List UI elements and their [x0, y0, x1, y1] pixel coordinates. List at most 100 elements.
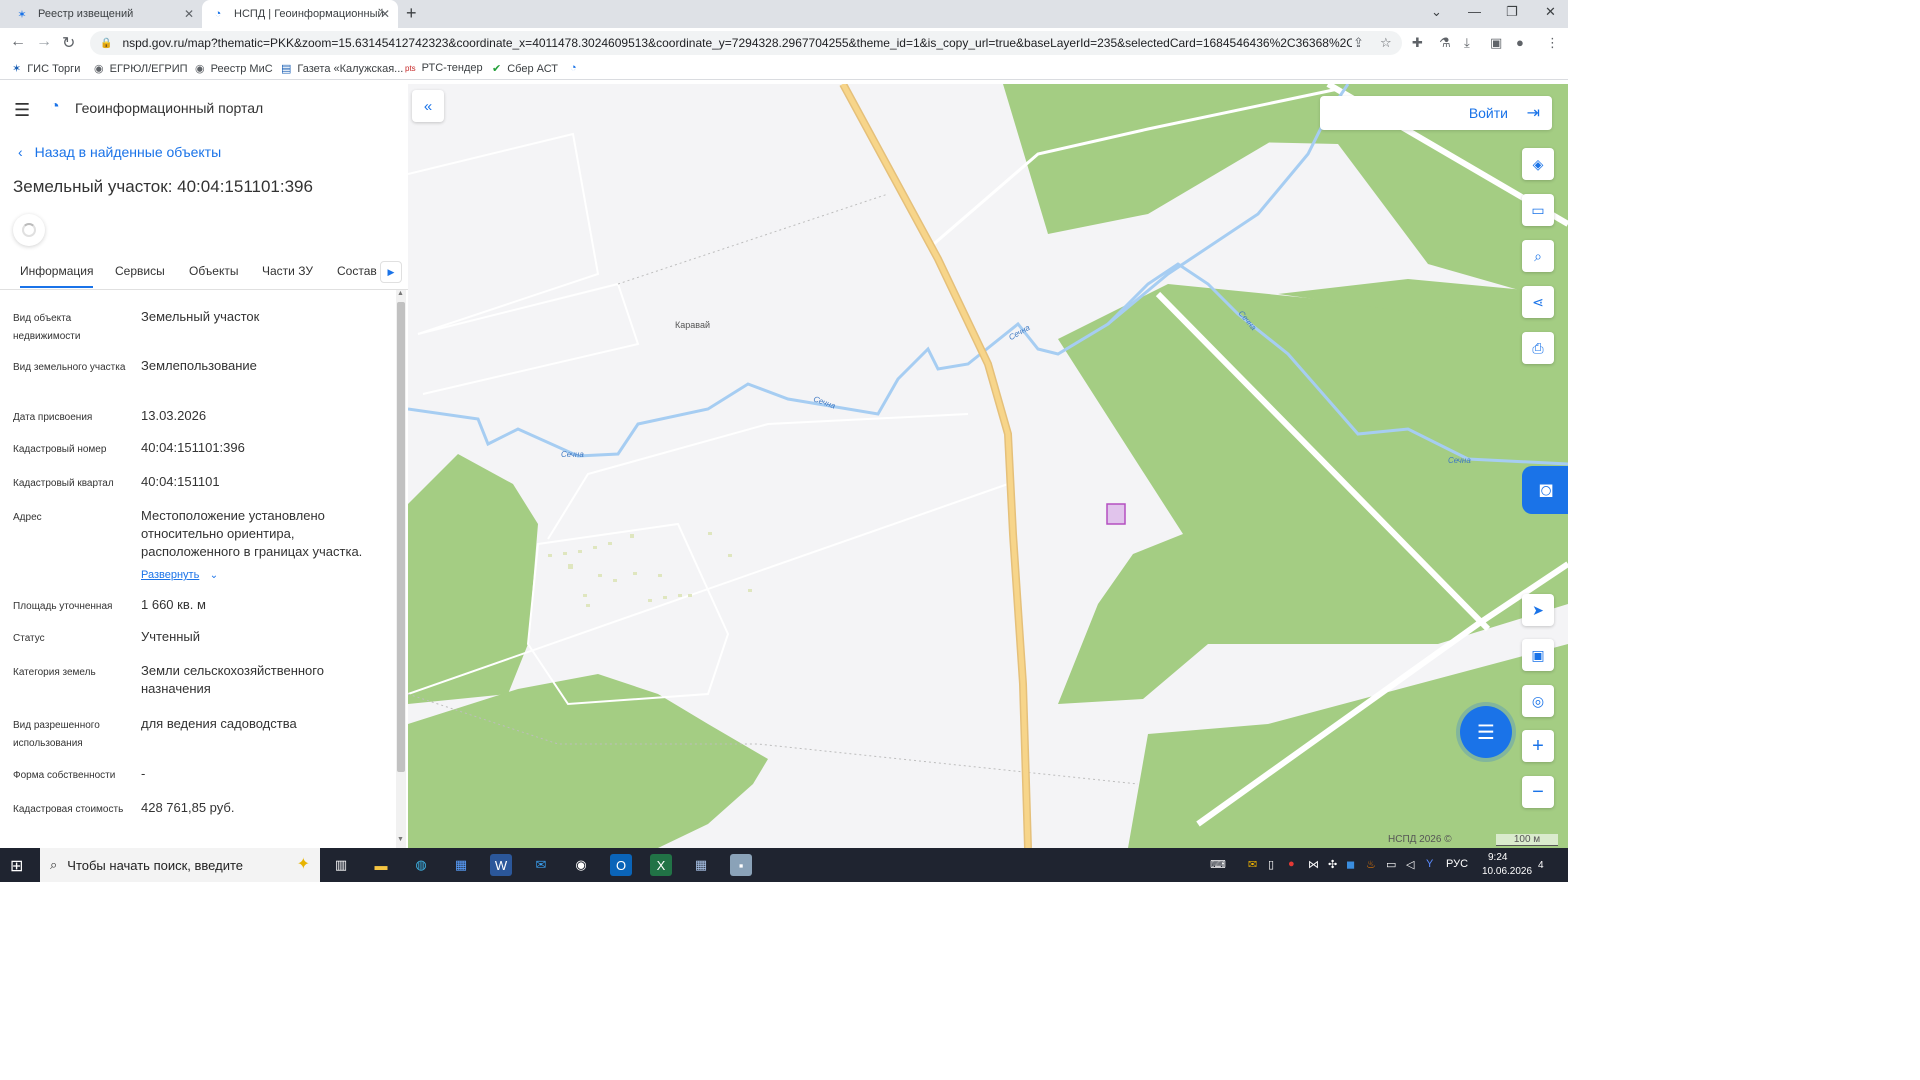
- measure-button[interactable]: ▭: [1522, 194, 1554, 226]
- download-icon[interactable]: ⤓: [1464, 35, 1470, 51]
- tab-composition[interactable]: Состав: [337, 264, 377, 278]
- bookmark-newspaper[interactable]: ▤ Газета «Калужская...: [281, 62, 403, 76]
- panel-scrollbar[interactable]: ▲ ▼: [396, 290, 406, 848]
- monitor-icon[interactable]: ▭: [1386, 858, 1396, 871]
- tab-search-icon[interactable]: ⌄: [1431, 4, 1442, 20]
- property-value[interactable]: 40:04:151101: [141, 473, 391, 491]
- flame-icon[interactable]: ♨: [1366, 858, 1376, 871]
- bookmark-sber[interactable]: ✔ Сбер АСТ: [492, 62, 558, 76]
- portal-logo-icon[interactable]: ◔: [50, 98, 60, 116]
- tab-information[interactable]: Информация: [20, 264, 94, 288]
- portal-title[interactable]: Геоинформационный портал: [75, 100, 263, 116]
- language-indicator[interactable]: РУС: [1446, 858, 1468, 870]
- newspaper-icon: ▤: [281, 63, 292, 75]
- back-to-results-link[interactable]: ‹ Назад в найденные объекты: [18, 144, 221, 160]
- lab-icon[interactable]: ⚗: [1439, 35, 1451, 51]
- login-button[interactable]: Войти ⇥: [1320, 96, 1552, 130]
- network-icon[interactable]: ⋈: [1308, 858, 1319, 871]
- window-close-icon[interactable]: ✕: [1545, 4, 1556, 20]
- tab-objects[interactable]: Объекты: [189, 264, 239, 278]
- share-button[interactable]: ⋖: [1522, 286, 1554, 318]
- taskbar-search[interactable]: ⌕ Чтобы начать поиск, введите ✦: [40, 848, 320, 882]
- task-view-icon[interactable]: ▥: [330, 854, 352, 876]
- yandex-icon[interactable]: Y: [1426, 858, 1433, 870]
- new-tab-button[interactable]: +: [406, 3, 417, 24]
- store-icon[interactable]: ▦: [450, 854, 472, 876]
- geolocate-button[interactable]: ➤: [1522, 594, 1554, 626]
- tab-services[interactable]: Сервисы: [115, 264, 165, 278]
- nspd-logo-icon: ◔: [214, 8, 222, 20]
- lock-icon[interactable]: 🔒: [100, 38, 112, 49]
- clock-date[interactable]: 10.06.2026: [1482, 866, 1532, 877]
- sync-icon[interactable]: ✣: [1328, 858, 1337, 871]
- assistant-button[interactable]: ◙: [1522, 466, 1568, 514]
- usb-icon[interactable]: ▯: [1268, 858, 1274, 871]
- address-bar[interactable]: 🔒 nspd.gov.ru/map?thematic=PKK&zoom=15.6…: [90, 31, 1402, 55]
- notification-center-icon[interactable]: 4: [1538, 856, 1544, 871]
- property-value[interactable]: 40:04:151101:396: [141, 439, 391, 457]
- minimize-icon[interactable]: —: [1468, 4, 1481, 19]
- edge-icon[interactable]: ◍: [410, 854, 432, 876]
- layers-button[interactable]: ◈: [1522, 148, 1554, 180]
- minimap-button[interactable]: ▣: [1522, 639, 1554, 671]
- side-panel-icon[interactable]: ▣: [1490, 35, 1502, 51]
- expand-link[interactable]: Развернуть ⌄: [141, 565, 218, 583]
- map-canvas[interactable]: Каравай Сечна Сечна Сечна Сечна Сечна « …: [408, 84, 1568, 848]
- scroll-up-icon[interactable]: ▲: [397, 290, 404, 297]
- property-label: Кадастровая стоимость: [13, 804, 124, 815]
- forward-arrow-icon[interactable]: →: [36, 33, 52, 51]
- close-icon[interactable]: ✕: [380, 7, 390, 21]
- location-pin-icon: ◎: [1531, 692, 1545, 709]
- word-icon[interactable]: W: [490, 854, 512, 876]
- app-icon[interactable]: ▪: [730, 854, 752, 876]
- scrollbar-thumb[interactable]: [397, 302, 405, 772]
- tab-registry[interactable]: ✶ Реестр извещений ✕: [6, 0, 202, 28]
- zoom-in-button[interactable]: +: [1522, 730, 1554, 762]
- print-button[interactable]: ⎙: [1522, 332, 1554, 364]
- outlook-tray-icon[interactable]: ◼: [1346, 858, 1355, 871]
- gis-icon: ✶: [12, 63, 22, 75]
- bookmark-nspd[interactable]: ◔: [570, 62, 583, 74]
- menu-kebab-icon[interactable]: ⋮: [1546, 35, 1559, 51]
- menu-icon[interactable]: ☰: [14, 100, 30, 121]
- antivirus-icon[interactable]: ●: [1288, 858, 1295, 870]
- close-icon[interactable]: ✕: [184, 7, 194, 21]
- scroll-down-icon[interactable]: ▼: [397, 836, 404, 843]
- excel-icon[interactable]: X: [650, 854, 672, 876]
- tab-parts[interactable]: Части ЗУ: [262, 264, 313, 278]
- select-area-button[interactable]: ⌕: [1522, 240, 1554, 272]
- file-explorer-icon[interactable]: ▬: [370, 854, 392, 876]
- mail-icon[interactable]: ✉: [530, 854, 552, 876]
- mail-tray-icon[interactable]: ✉: [1248, 858, 1257, 871]
- bookmark-rts[interactable]: pts РТС-тендер: [405, 62, 483, 74]
- share-icon[interactable]: ⇪: [1353, 35, 1364, 51]
- profile-icon[interactable]: ●: [1516, 35, 1524, 50]
- extensions-icon[interactable]: ✚: [1412, 35, 1423, 51]
- property-value: Земельный участок: [141, 309, 260, 324]
- outlook-icon[interactable]: O: [610, 854, 632, 876]
- bookmark-registry[interactable]: ◉ Реестр МиС: [195, 62, 273, 76]
- bookmark-egrul[interactable]: ◉ ЕГРЮЛ/ЕГРИП: [94, 62, 188, 76]
- windows-start-icon[interactable]: ⊞: [10, 856, 23, 876]
- tab-nspd[interactable]: ◔ НСПД | Геоинформационный п ✕: [202, 0, 398, 28]
- zoom-out-button[interactable]: −: [1522, 776, 1554, 808]
- url-text[interactable]: nspd.gov.ru/map?thematic=PKK&zoom=15.631…: [122, 36, 1352, 50]
- location-search-button[interactable]: ◎: [1522, 685, 1554, 717]
- chevron-left-icon: ‹: [18, 144, 23, 160]
- keyboard-icon[interactable]: ⌨: [1210, 858, 1226, 871]
- minus-icon: −: [1532, 780, 1544, 803]
- chevron-down-icon: ⌄: [209, 570, 219, 581]
- clock-time[interactable]: 9:24: [1488, 852, 1507, 863]
- calculator-icon[interactable]: ▦: [690, 854, 712, 876]
- bookmark-gis-torgi[interactable]: ✶ ГИС Торги: [12, 62, 80, 76]
- volume-icon[interactable]: ◁: [1406, 858, 1414, 871]
- back-arrow-icon[interactable]: ←: [10, 33, 26, 51]
- chrome-icon[interactable]: ◉: [570, 854, 592, 876]
- restore-icon[interactable]: ❐: [1506, 4, 1518, 20]
- bookmark-star-icon[interactable]: ☆: [1380, 35, 1392, 51]
- tabs-scroll-right-icon[interactable]: ▶: [380, 261, 402, 283]
- minimap-icon: ▣: [1531, 646, 1545, 663]
- collapse-panel-button[interactable]: «: [412, 90, 444, 122]
- support-chat-button[interactable]: ☰: [1460, 706, 1512, 758]
- reload-icon[interactable]: ↻: [62, 33, 75, 53]
